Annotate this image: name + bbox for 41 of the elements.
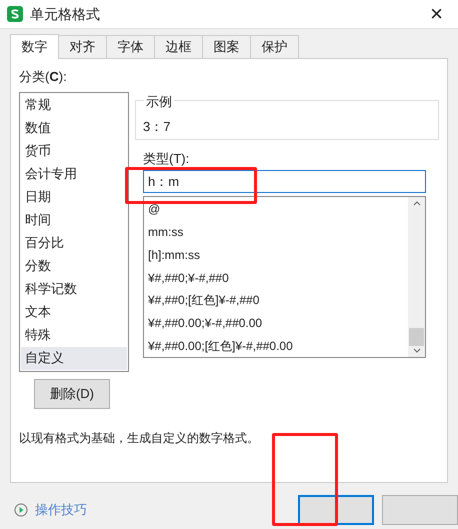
window-title: 单元格格式 [30,4,101,24]
category-item[interactable]: 日期 [21,186,127,208]
scrollbar[interactable] [408,197,425,357]
scroll-up-icon[interactable] [412,201,420,206]
format-item[interactable]: ¥#,##0;¥-#,##0 [144,266,408,289]
tab[interactable]: 字体 [107,35,155,58]
ok-button[interactable] [298,495,374,525]
category-item[interactable]: 科学记数 [21,278,127,300]
category-item[interactable]: 自定义 [21,346,127,370]
type-label: 类型(T): [143,150,190,168]
scroll-down-icon[interactable] [412,348,420,353]
delete-button[interactable]: 删除(D) [34,378,110,408]
category-item[interactable]: 数值 [21,116,127,140]
format-item[interactable]: ¥#,##0.00;¥-#,##0.00 [144,312,408,334]
category-label: 分类(C): [19,68,68,86]
tab[interactable]: 保护 [251,35,299,58]
category-item[interactable]: 货币 [21,140,127,162]
play-icon [14,503,28,517]
category-item[interactable]: 会计专用 [21,162,127,186]
category-item[interactable]: 常规 [21,94,127,116]
category-item[interactable]: 特殊 [21,324,127,346]
category-item[interactable]: 文本 [21,300,127,324]
tab[interactable]: 对齐 [59,35,107,58]
format-item[interactable]: [h]:mm:ss [144,243,408,266]
category-item[interactable]: 时间 [21,208,127,232]
category-item[interactable]: 分数 [21,254,127,278]
category-item[interactable]: 百分比 [21,232,127,254]
app-logo-icon [7,6,23,22]
tips-link[interactable]: 操作技巧 [14,500,87,520]
scroll-thumb[interactable] [409,328,424,346]
type-field[interactable]: h：m [143,170,426,193]
sample-value: 3：7 [143,118,170,134]
tab[interactable]: 数字 [10,34,59,59]
format-item[interactable]: @ [144,198,408,221]
tab[interactable]: 边框 [155,35,203,58]
description-text: 以现有格式为基础，生成自定义的数字格式。 [19,430,260,446]
close-button[interactable]: × [422,3,451,25]
format-item[interactable]: mm:ss [144,220,408,244]
tab[interactable]: 图案 [203,35,251,58]
format-item[interactable]: ¥#,##0;[红色]¥-#,##0 [144,288,408,312]
format-item[interactable]: ¥#,##0.00;[红色]¥-#,##0.00 [144,334,408,358]
